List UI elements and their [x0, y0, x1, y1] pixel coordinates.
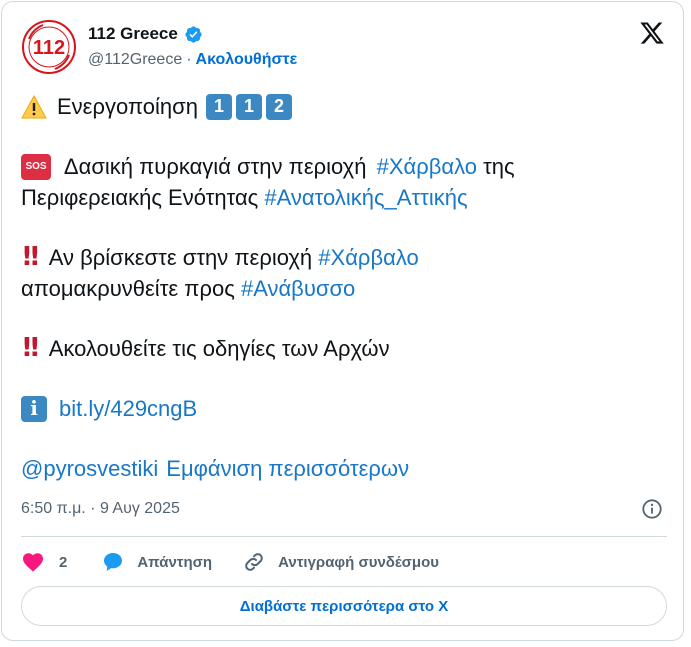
info-icon[interactable]: [641, 498, 663, 520]
tweet-card: 112 112 Greece @112Greece · Ακολουθήστε …: [1, 1, 684, 641]
timestamp[interactable]: 6:50 π.μ. · 9 Αυγ 2025: [21, 500, 180, 518]
sos-icon: SOS: [21, 153, 51, 180]
author-name-row: 112 Greece: [88, 24, 203, 44]
handle-row: @112Greece · Ακολουθήστε: [88, 51, 297, 69]
keycap-1-icon: 1: [205, 93, 232, 120]
information-icon: i: [21, 395, 47, 422]
avatar-text: 112: [33, 37, 65, 59]
double-exclamation-icon: !!: [21, 242, 41, 272]
divider: [21, 536, 667, 537]
copy-link-button[interactable]: Αντιγραφή συνδέσμου: [242, 550, 439, 574]
reply-bubble-icon: [104, 553, 123, 571]
tweet-line-link: i bit.ly/429cngB: [21, 393, 661, 424]
read-more-button[interactable]: Διαβάστε περισσότερα στο X: [21, 586, 667, 626]
location-text: Αν βρίσκεστε στην περιοχή: [48, 245, 319, 270]
copy-link-label: Αντιγραφή συνδέσμου: [278, 553, 440, 571]
heart-icon: [23, 553, 43, 572]
tweet-line-mention: @pyrosvestiki Εμφάνιση περισσότερων: [21, 453, 661, 484]
hashtag-anavysso[interactable]: #Ανάβυσσο: [241, 273, 355, 304]
activation-text: Ενεργοποίηση: [57, 94, 198, 119]
keycap-2-icon: 2: [265, 93, 292, 120]
reply-button[interactable]: Απάντηση: [101, 550, 242, 574]
show-more-link[interactable]: Εμφάνιση περισσότερων: [166, 453, 409, 484]
warning-icon: [21, 94, 47, 118]
evacuate-text: απομακρυνθείτε προς: [21, 276, 241, 301]
mention-pyrosvestiki[interactable]: @pyrosvestiki: [21, 453, 158, 484]
fire-text: Δασική πυρκαγιά στην περιοχή: [59, 154, 373, 179]
double-exclamation-icon: !!: [21, 333, 41, 363]
tweet-line-instructions: !! Ακολουθείτε τις οδηγίες των Αρχών: [21, 333, 661, 364]
verified-badge-icon: [185, 25, 202, 43]
region-text: Περιφερειακής Ενότητας: [21, 185, 265, 210]
handle[interactable]: @112Greece: [88, 51, 182, 69]
like-button[interactable]: 2: [21, 550, 101, 574]
tweet-line-activation: Ενεργοποίηση 1 1 2: [21, 91, 661, 122]
reply-label: Απάντηση: [137, 553, 213, 571]
hashtag-anatolikis-attikis[interactable]: #Ανατολικής_Αττικής: [264, 182, 467, 213]
tweet-line-location: !! Αν βρίσκεστε στην περιοχή #Χάρβαλο: [21, 242, 661, 273]
tweet-line-fire: SOS Δασική πυρκαγιά στην περιοχή #Χάρβαλ…: [21, 151, 661, 182]
keycap-1-icon: 1: [235, 93, 262, 120]
tweet-line-evacuate: απομακρυνθείτε προς #Ανάβυσσο: [21, 273, 661, 304]
hashtag-charvalo[interactable]: #Χάρβαλο: [318, 242, 418, 273]
hashtag-charvalo[interactable]: #Χάρβαλο: [377, 151, 477, 182]
112-logo-icon: 112: [21, 19, 77, 75]
instructions-text: Ακολουθείτε τις οδηγίες των Αρχών: [48, 336, 390, 361]
tweet-text: Ενεργοποίηση 1 1 2 SOS Δασική πυρκαγιά σ…: [21, 91, 661, 484]
action-bar: 2 Απάντηση Αντιγραφή συνδέσμου: [21, 548, 439, 576]
tweet-line-region: Περιφερειακής Ενότητας #Ανατολικής_Αττικ…: [21, 182, 661, 213]
fire-text-tail: της: [477, 154, 515, 179]
handle-separator: ·: [186, 51, 192, 68]
like-count: 2: [59, 553, 68, 571]
avatar[interactable]: 112: [21, 19, 77, 75]
x-logo-icon[interactable]: [638, 20, 666, 46]
short-link[interactable]: bit.ly/429cngB: [59, 393, 197, 424]
follow-button[interactable]: Ακολουθήστε: [196, 51, 298, 69]
link-icon: [245, 553, 263, 571]
display-name[interactable]: 112 Greece: [88, 24, 178, 44]
